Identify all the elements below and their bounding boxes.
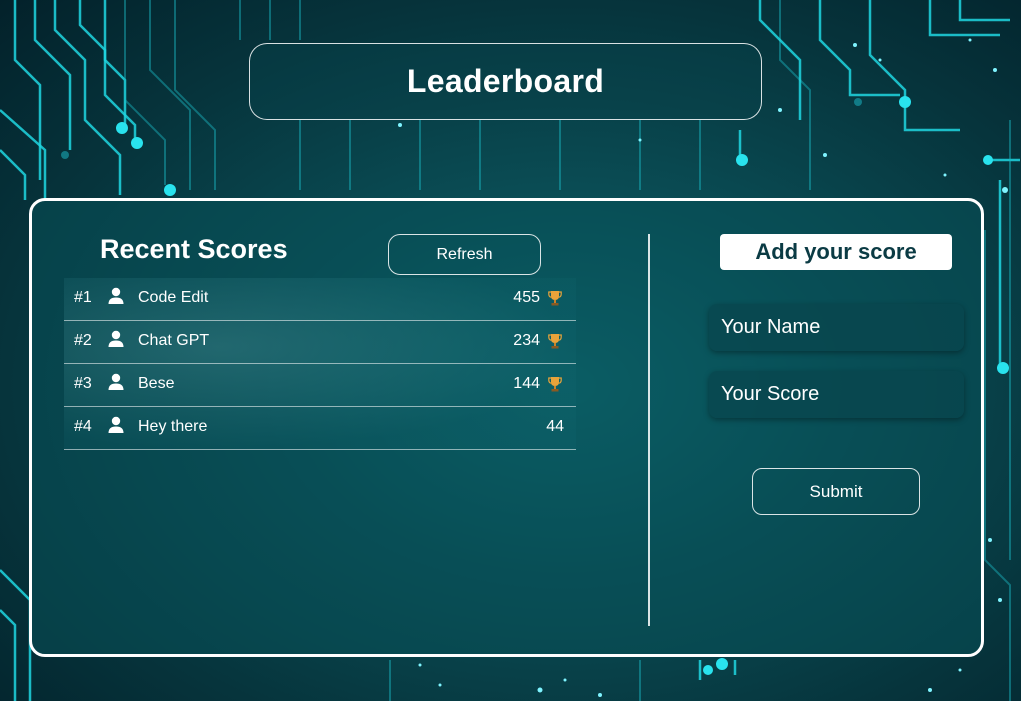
page-title: Leaderboard bbox=[406, 63, 605, 99]
score-rank: #3 bbox=[74, 375, 92, 392]
trophy-icon bbox=[548, 377, 562, 392]
score-value: 144 bbox=[513, 375, 540, 392]
trophy-icon bbox=[548, 291, 562, 306]
score-row: #3 Bese 144 bbox=[64, 364, 576, 407]
player-name: Bese bbox=[138, 375, 175, 392]
score-rank: #4 bbox=[74, 418, 92, 435]
score-row: #2 Chat GPT 234 bbox=[64, 321, 576, 364]
name-input[interactable] bbox=[709, 304, 964, 351]
refresh-button[interactable]: Refresh bbox=[388, 234, 541, 275]
leaderboard-header: Leaderboard bbox=[249, 43, 762, 120]
score-rank: #2 bbox=[74, 332, 92, 349]
submit-button[interactable]: Submit bbox=[752, 468, 920, 515]
leaderboard-panel: Recent Scores Refresh #1 Code Edit 455 #… bbox=[29, 198, 984, 657]
user-icon bbox=[108, 330, 124, 347]
score-row: #4 Hey there 44 bbox=[64, 407, 576, 450]
recent-scores-title: Recent Scores bbox=[100, 234, 288, 264]
player-name: Chat GPT bbox=[138, 332, 210, 349]
score-value: 234 bbox=[513, 332, 540, 349]
user-icon bbox=[108, 287, 124, 304]
score-value: 44 bbox=[546, 418, 564, 435]
column-divider bbox=[648, 234, 650, 626]
score-input[interactable] bbox=[709, 371, 964, 418]
player-name: Code Edit bbox=[138, 289, 209, 306]
score-row: #1 Code Edit 455 bbox=[64, 278, 576, 321]
score-list: #1 Code Edit 455 #2 Chat GPT 234 #3 Bese… bbox=[64, 278, 576, 450]
user-icon bbox=[108, 416, 124, 433]
score-value: 455 bbox=[513, 289, 540, 306]
score-rank: #1 bbox=[74, 289, 92, 306]
user-icon bbox=[108, 373, 124, 390]
player-name: Hey there bbox=[138, 418, 208, 435]
add-score-title: Add your score bbox=[720, 234, 952, 270]
window-edge bbox=[1021, 0, 1026, 701]
trophy-icon bbox=[548, 334, 562, 349]
